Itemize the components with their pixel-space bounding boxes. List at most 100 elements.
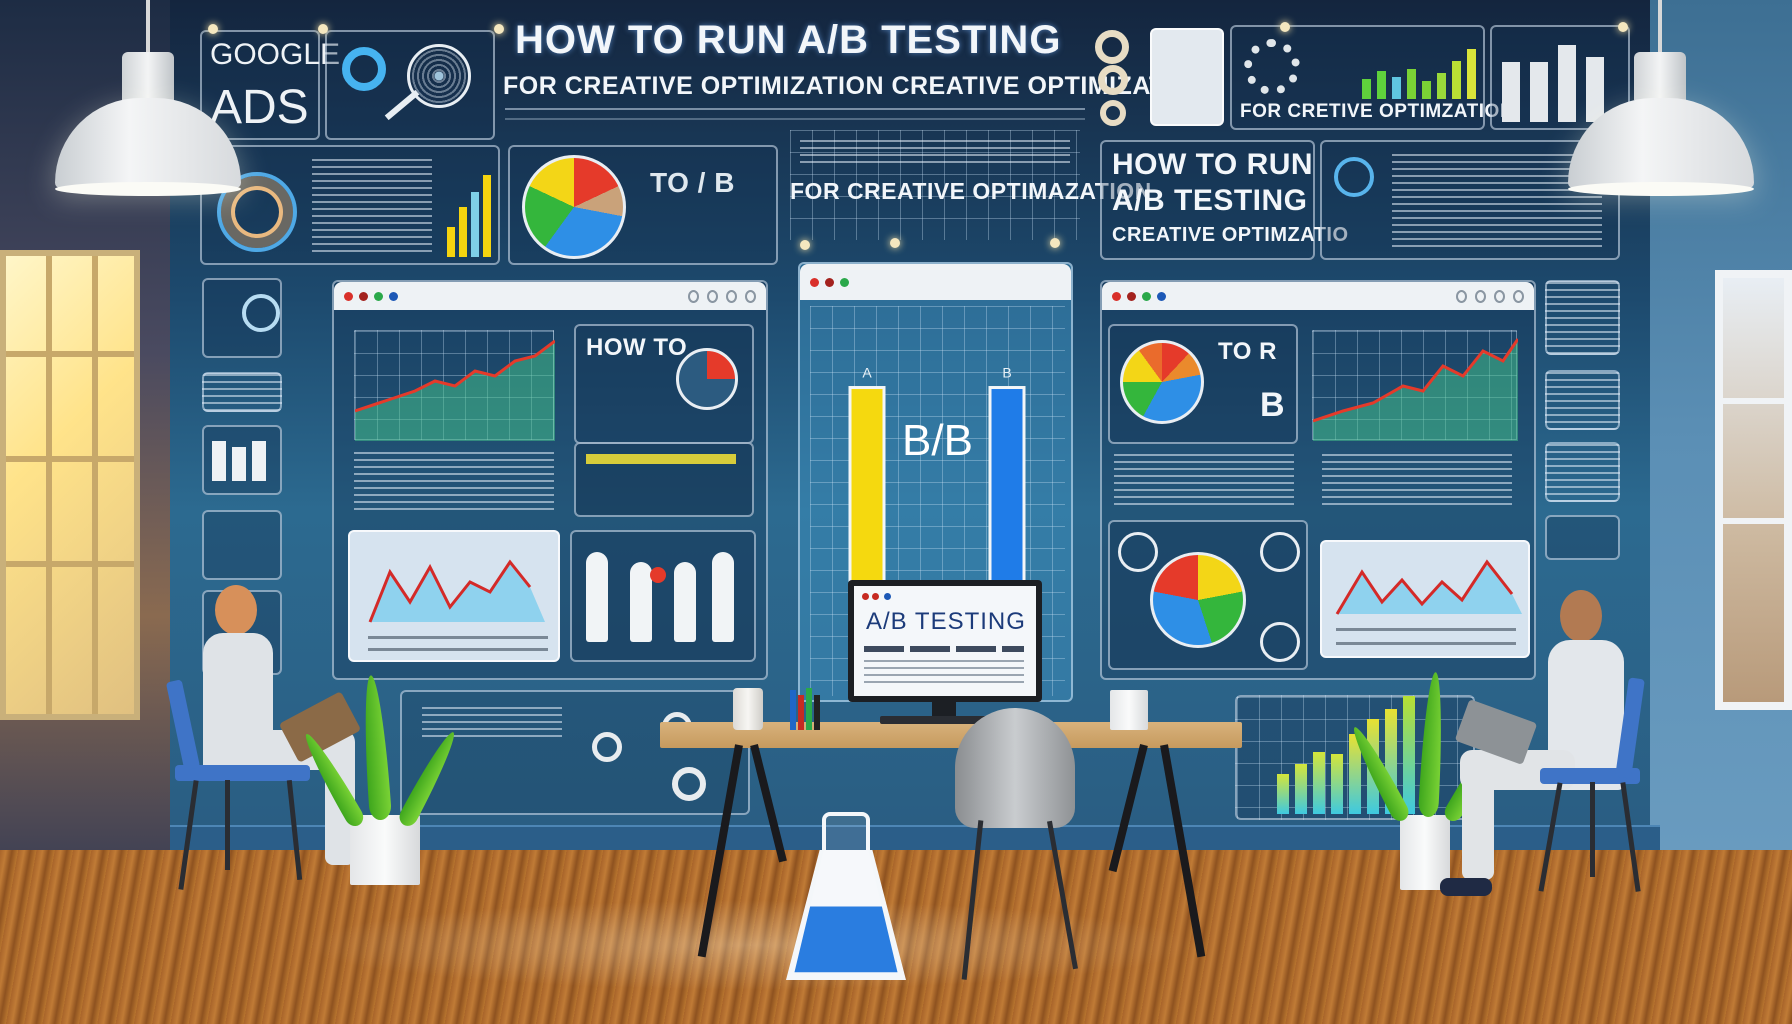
pen [814,695,820,730]
toolbar-icon [1456,289,1467,303]
connector-node [890,238,900,248]
gear-icon [1095,30,1129,64]
toolbar-icon [1494,289,1505,303]
ab-bar-label: A [862,365,872,381]
right-seated-person [1420,590,1640,900]
gauge-icon [676,348,738,410]
mini-bar [1362,79,1371,99]
clipboard-icon [1150,28,1224,126]
ring-icon [672,767,706,801]
pen [790,690,796,730]
lamp-neck [1634,52,1686,100]
mini-bar [1422,81,1431,99]
person-icon [712,552,734,642]
person-head [215,585,257,635]
line-chart [1312,330,1520,441]
toolbar-icons [688,289,756,303]
yellow-bar [447,227,455,257]
top-right-caption: FOR CRETIVE OPTIMZATION [1240,101,1514,122]
minimize-dot [1127,291,1136,301]
center-grid: FOR CREATIVE OPTIMAZATION [790,130,1151,240]
mini-bar [1452,61,1461,99]
sketch-panel [400,690,750,815]
toolbar-icon [726,289,737,303]
white-bar [212,441,226,481]
person-icon [674,562,696,642]
ab-overlay-text: B/B [902,416,973,465]
right-title-line1: HOW TO RUN [1112,148,1314,181]
gear-bars-panel: FOR CRETIVE OPTIMZATION [1230,25,1513,130]
lamp-rim [55,182,241,196]
pie-icons-card [1108,520,1308,670]
pen [806,688,812,730]
toolbar-icon [707,289,718,303]
white-bar [252,441,266,481]
google-ads-panel: GOOGLE ADS [200,30,340,140]
toolbar-icons [1456,289,1524,303]
desk-monitor: A/B TESTING [848,580,1042,702]
yellow-bar [459,207,467,257]
text-block [312,159,432,254]
pie-chart [1150,552,1246,648]
mini-bar [1437,73,1446,99]
monitor-text-block [864,660,1024,688]
left-window [0,250,140,720]
side-panel [1545,515,1620,560]
minimize-dot [825,277,834,287]
text-block [422,707,562,737]
ring-icon [592,732,622,762]
ring-icon [1334,157,1374,197]
window-mullion [6,561,134,567]
window-mullion [1723,518,1784,524]
desk-chair-back [955,708,1075,828]
how-to-heading: HOW TO [586,334,688,361]
pie-card: TO R B [1108,324,1298,444]
connector-node [318,24,328,34]
right-title-line3: CREATIVE OPTIMZATIO [1112,224,1349,246]
highlight-dot [650,567,666,583]
circle-icon [1260,622,1300,662]
person-shins [1462,770,1494,880]
connector-node [1280,22,1290,32]
toolbar-icon [688,289,699,303]
right-window [1715,270,1792,710]
close-dot [1112,291,1121,301]
window-mullion [6,456,134,462]
divider [368,648,548,651]
chair-leg [225,780,230,870]
circle-icon [1260,532,1300,572]
right-title-panel: HOW TO RUN A/B TESTING CREATIVE OPTIMZAT… [1100,140,1348,260]
how-to-card: HOW TO [574,324,754,444]
yellow-bar [483,175,491,257]
left-browser-window: HOW TO [332,280,768,680]
magnifier-icon [407,44,471,108]
extra-dot [389,291,398,301]
right-card-heading: TO R [1218,338,1277,365]
maximize-dot [1142,291,1151,301]
lamp-rim [1568,182,1754,196]
gear-icon [1100,100,1126,126]
yellow-text-card [574,442,754,517]
flask-neck [822,812,870,852]
ab-bar-label: B [1002,365,1011,381]
side-panel [202,425,282,495]
pen [798,695,804,730]
people-card [570,530,756,662]
headline-title: HOW TO RUN A/B TESTING [515,18,1062,62]
mini-bar [1407,69,1416,99]
lamp-neck [122,52,174,100]
pie-chart [522,155,626,259]
person-icon [586,552,608,642]
window-mullion [1723,398,1784,404]
cyan-bar [471,192,479,257]
maximize-dot [840,277,849,287]
gradient-bar [1295,764,1307,814]
google-ads-line1: GOOGLE [210,38,341,71]
pen-cup [1110,690,1148,730]
white-bar [1586,57,1604,122]
close-dot [344,291,353,301]
magnifier-handle [384,89,420,121]
target-text-panel [200,145,500,265]
minimize-dot [359,291,368,301]
gear-icon [1098,65,1128,95]
